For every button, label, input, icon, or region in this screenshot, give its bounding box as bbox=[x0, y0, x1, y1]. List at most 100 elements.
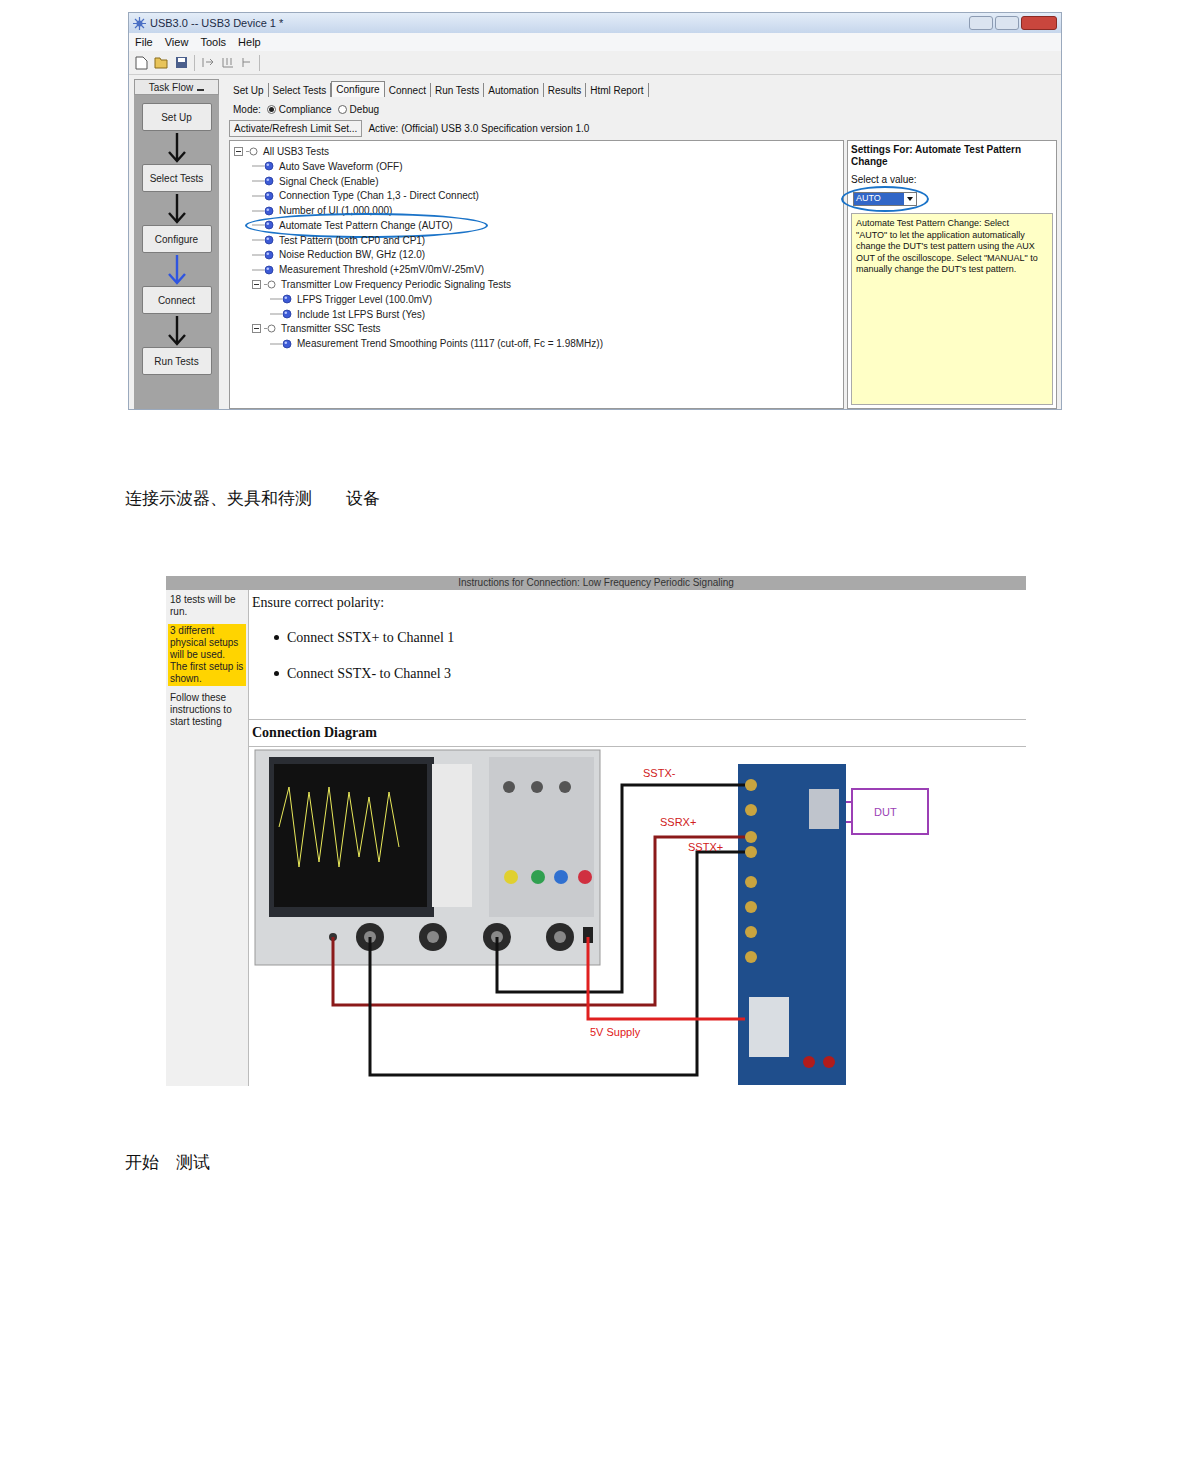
stop-icon[interactable] bbox=[241, 56, 253, 69]
tree-row[interactable]: Connection Type (Chan 1,3 - Direct Conne… bbox=[230, 188, 843, 203]
minimize-button[interactable] bbox=[969, 16, 993, 30]
new-file-icon[interactable] bbox=[135, 56, 148, 70]
menu-item[interactable]: Help bbox=[238, 34, 261, 51]
polarity-bullet: Connect SSTX+ to Channel 1 bbox=[274, 627, 1023, 648]
menu-bar: File View Tools Help bbox=[129, 33, 1061, 51]
test-dot-icon bbox=[270, 309, 292, 319]
tree-row[interactable]: Number of UI (1,000,000) bbox=[230, 203, 843, 218]
task-flow-step[interactable]: Set Up bbox=[142, 103, 212, 131]
task-flow-step[interactable]: Run Tests bbox=[142, 347, 212, 375]
sidebar-note: 18 tests will be run. bbox=[168, 594, 246, 618]
tree-label: Include 1st LFPS Burst (Yes) bbox=[297, 307, 425, 322]
settings-prompt: Select a value: bbox=[851, 172, 1053, 187]
title-bar: USB3.0 -- USB3 Device 1 * bbox=[129, 13, 1061, 33]
instructions-sidebar: 18 tests will be run.3 different physica… bbox=[166, 590, 249, 1086]
tree-row[interactable]: Transmitter Low Frequency Periodic Signa… bbox=[230, 277, 843, 292]
tab[interactable]: Connect bbox=[385, 83, 431, 97]
task-flow-step[interactable]: Select Tests bbox=[142, 164, 212, 192]
tab[interactable]: Configure bbox=[331, 81, 384, 97]
mode-radio[interactable]: Debug bbox=[338, 102, 379, 117]
test-dot-icon bbox=[252, 161, 274, 171]
tree-label: Transmitter Low Frequency Periodic Signa… bbox=[281, 277, 511, 292]
save-icon[interactable] bbox=[175, 56, 188, 69]
activate-limit-button[interactable]: Activate/Refresh Limit Set... bbox=[229, 120, 362, 137]
menu-item[interactable]: View bbox=[165, 34, 189, 51]
tab[interactable]: Select Tests bbox=[269, 83, 332, 97]
svg-text:DUT: DUT bbox=[874, 806, 897, 818]
tab[interactable]: Html Report bbox=[586, 83, 648, 97]
tab[interactable]: Results bbox=[544, 83, 586, 97]
test-dot-icon bbox=[252, 265, 274, 275]
polarity-section: Ensure correct polarity: Connect SSTX+ to… bbox=[249, 590, 1026, 720]
test-tree: All USB3 TestsAuto Save Waveform (OFF)Si… bbox=[229, 140, 844, 409]
test-dot-icon bbox=[270, 339, 292, 349]
svg-text:SSTX+: SSTX+ bbox=[688, 841, 723, 853]
tree-row[interactable]: Auto Save Waveform (OFF) bbox=[230, 159, 843, 174]
run-step-icon[interactable] bbox=[221, 56, 235, 69]
tree-label: Noise Reduction BW, GHz (12.0) bbox=[279, 247, 425, 262]
tree-row[interactable]: Measurement Threshold (+25mV/0mV/-25mV) bbox=[230, 262, 843, 277]
task-flow-step[interactable]: Configure bbox=[142, 225, 212, 253]
collapse-icon[interactable] bbox=[252, 324, 261, 333]
tree-label: Auto Save Waveform (OFF) bbox=[279, 159, 403, 174]
test-dot-icon bbox=[270, 294, 292, 304]
app-window: USB3.0 -- USB3 Device 1 * File View Tools He… bbox=[128, 12, 1062, 410]
tree-row[interactable]: Automate Test Pattern Change (AUTO) bbox=[230, 218, 843, 233]
task-flow-panel: Task Flow Set Up Select Tests Configure Conn… bbox=[134, 79, 219, 409]
tree-row[interactable]: Noise Reduction BW, GHz (12.0) bbox=[230, 248, 843, 263]
close-button[interactable] bbox=[1021, 16, 1057, 30]
task-flow-step[interactable]: Connect bbox=[142, 286, 212, 314]
fixture-board-photo bbox=[738, 764, 846, 1085]
value-select[interactable]: AUTO bbox=[853, 192, 917, 206]
tree-row[interactable]: LFPS Trigger Level (100.0mV) bbox=[230, 292, 843, 307]
test-dot-icon bbox=[252, 220, 274, 230]
tree-label: All USB3 Tests bbox=[263, 144, 329, 159]
instructions-window: Instructions for Connection: Low Frequen… bbox=[166, 576, 1026, 1086]
tree-row[interactable]: Transmitter SSC Tests bbox=[230, 322, 843, 337]
menu-item[interactable]: File bbox=[135, 34, 153, 51]
flow-arrow-icon bbox=[166, 192, 188, 225]
tree-row[interactable]: Test Pattern (both CP0 and CP1) bbox=[230, 233, 843, 248]
flow-arrow-icon bbox=[166, 131, 188, 164]
tree-label: Transmitter SSC Tests bbox=[281, 321, 380, 336]
tree-label: Measurement Trend Smoothing Points (1117… bbox=[297, 336, 603, 351]
connection-diagram: SSTX- SSRX+ SSTX+ 5V Supply DUT bbox=[249, 747, 1026, 1085]
open-folder-icon[interactable] bbox=[154, 56, 169, 69]
instructions-header: Instructions for Connection: Low Frequen… bbox=[166, 576, 1026, 590]
group-circle-icon bbox=[264, 324, 276, 333]
tree-label: Test Pattern (both CP0 and CP1) bbox=[279, 233, 425, 248]
tab[interactable]: Run Tests bbox=[431, 83, 484, 97]
maximize-button[interactable] bbox=[995, 16, 1019, 30]
tab-bar: Set UpSelect TestsConfigureConnectRun Te… bbox=[229, 81, 1057, 97]
tree-row[interactable]: Signal Check (Enable) bbox=[230, 174, 843, 189]
tree-row[interactable]: All USB3 Tests bbox=[230, 144, 843, 159]
highlight-ellipse bbox=[245, 213, 488, 238]
sidebar-note: Follow these instructions to start testi… bbox=[168, 692, 246, 728]
svg-text:5V Supply: 5V Supply bbox=[590, 1026, 641, 1038]
dropdown-arrow-icon[interactable] bbox=[904, 193, 916, 205]
limit-row: Activate/Refresh Limit Set...Active: (Of… bbox=[229, 119, 1057, 137]
tab[interactable]: Set Up bbox=[229, 83, 269, 97]
run-icon[interactable] bbox=[201, 56, 215, 69]
tree-label: Connection Type (Chan 1,3 - Direct Conne… bbox=[279, 188, 479, 203]
tree-row[interactable]: Measurement Trend Smoothing Points (1117… bbox=[230, 336, 843, 351]
wire: SSTX+ bbox=[370, 841, 745, 1075]
tab[interactable]: Automation bbox=[484, 83, 544, 97]
svg-text:SSRX+: SSRX+ bbox=[660, 816, 696, 828]
collapse-icon[interactable] bbox=[252, 280, 261, 289]
menu-item[interactable]: Tools bbox=[200, 34, 226, 51]
group-circle-icon bbox=[246, 147, 258, 156]
svg-text:SSTX-: SSTX- bbox=[643, 767, 676, 779]
polarity-intro: Ensure correct polarity: bbox=[252, 592, 1023, 613]
highlight-ellipse bbox=[841, 186, 929, 212]
settings-description: Automate Test Pattern Change: Select "AU… bbox=[851, 213, 1053, 405]
task-flow-header: Task Flow bbox=[134, 79, 219, 95]
polarity-bullet: Connect SSTX- to Channel 3 bbox=[274, 663, 1023, 684]
mode-radio[interactable]: Compliance bbox=[267, 102, 332, 117]
tree-label: Automate Test Pattern Change (AUTO) bbox=[279, 218, 453, 233]
window-title: USB3.0 -- USB3 Device 1 * bbox=[150, 15, 283, 32]
collapse-icon[interactable] bbox=[234, 147, 243, 156]
tree-row[interactable]: Include 1st LFPS Burst (Yes) bbox=[230, 307, 843, 322]
test-dot-icon bbox=[252, 250, 274, 260]
toolbar bbox=[129, 51, 1061, 75]
